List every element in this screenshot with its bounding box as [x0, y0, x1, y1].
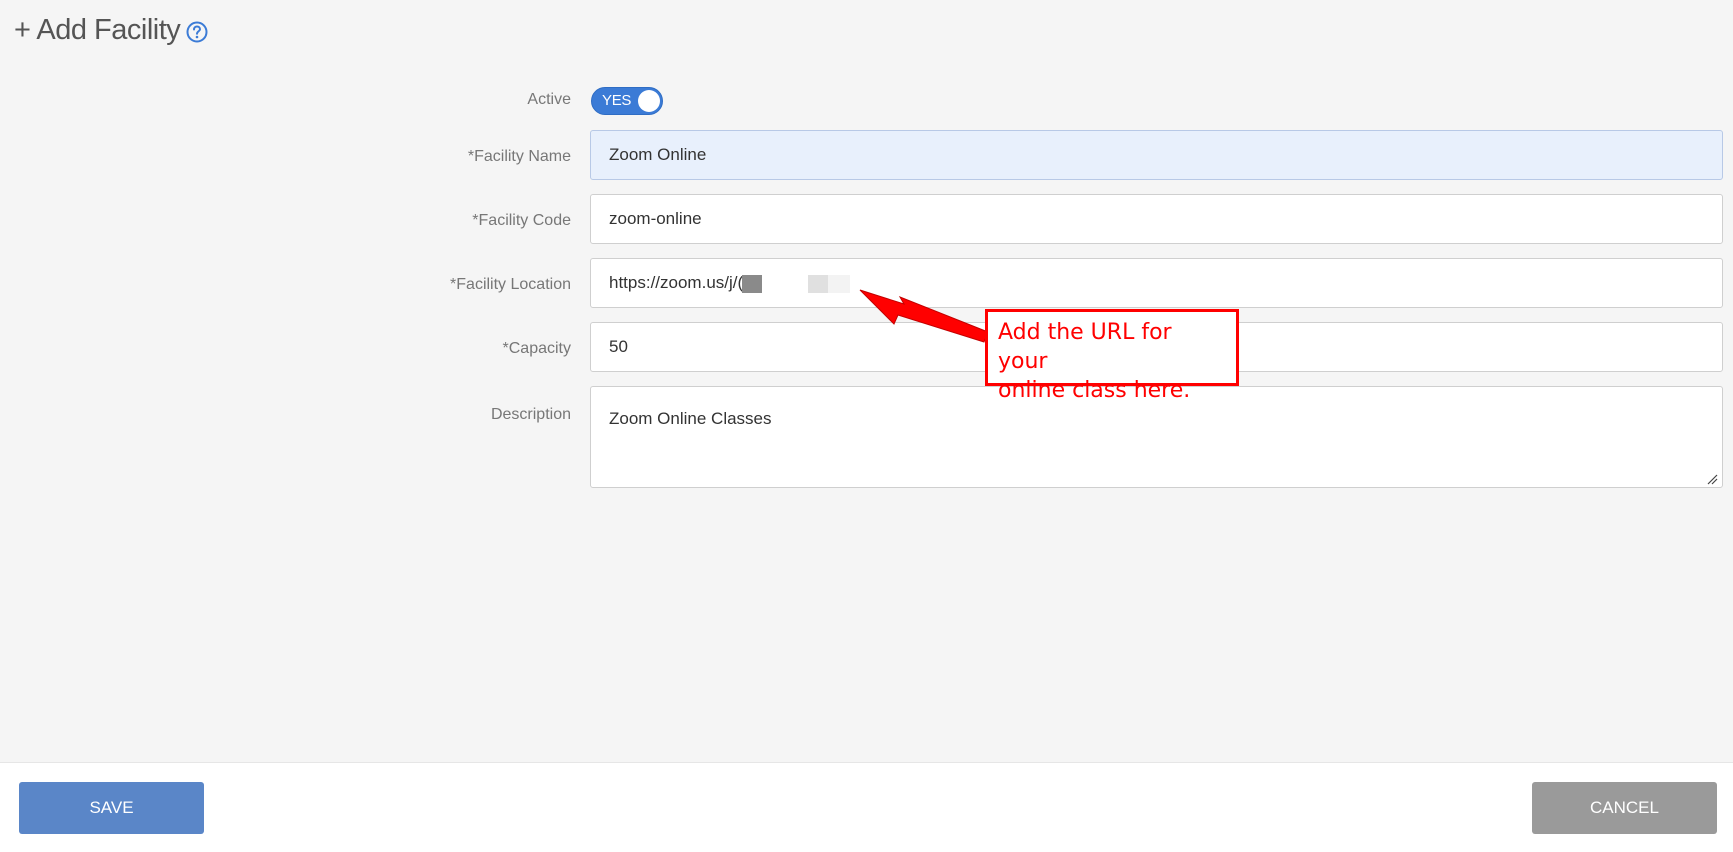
toggle-knob	[638, 90, 660, 112]
cancel-button[interactable]: CANCEL	[1532, 782, 1717, 834]
active-toggle[interactable]: YES	[591, 87, 663, 115]
page-title: + Add Facility	[14, 14, 181, 46]
question-circle-icon[interactable]	[186, 21, 208, 42]
redaction-block	[742, 275, 762, 293]
description-label: Description	[490, 406, 571, 423]
redaction-block	[808, 275, 828, 293]
facility-name-input[interactable]	[590, 130, 1723, 180]
annotation-line-1: Add the URL for your	[998, 320, 1172, 374]
page-header: + Add Facility	[14, 14, 208, 47]
active-toggle-text: YES	[602, 92, 632, 109]
annotation-line-2: online class here.	[998, 378, 1191, 403]
footer-bar: SAVE CANCEL	[0, 762, 1733, 852]
facility-code-input[interactable]	[590, 194, 1723, 244]
facility-location-label: *Facility Location	[450, 276, 571, 293]
capacity-label: *Capacity	[502, 340, 571, 357]
annotation-callout: Add the URL for your online class here.	[985, 309, 1239, 403]
resize-handle-icon[interactable]	[1706, 473, 1718, 485]
facility-code-label: *Facility Code	[472, 212, 571, 229]
redaction-block	[828, 275, 850, 293]
save-button[interactable]: SAVE	[19, 782, 204, 834]
facility-name-label: *Facility Name	[467, 148, 571, 165]
active-label: Active	[527, 91, 571, 108]
annotation-arrow-icon	[859, 289, 989, 343]
